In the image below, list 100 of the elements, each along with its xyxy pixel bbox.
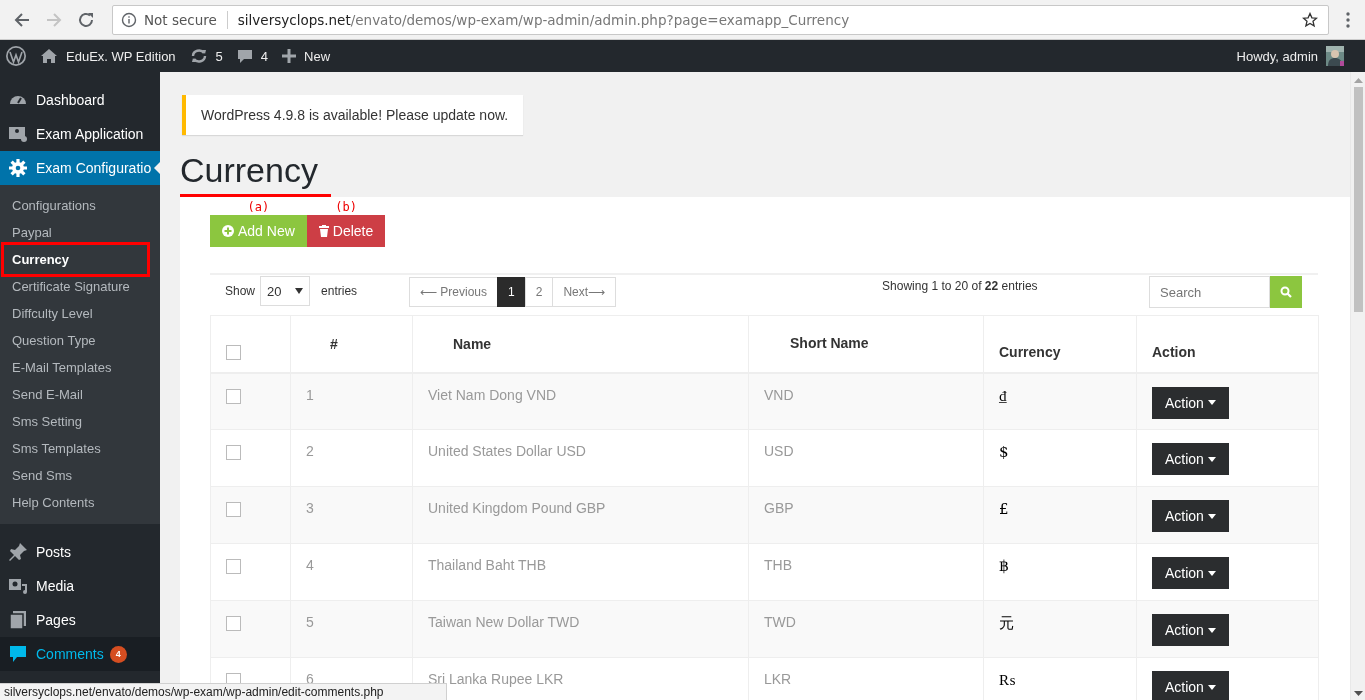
- caret-icon: [295, 288, 304, 294]
- count-badge: 4: [109, 645, 127, 663]
- table-cell: USD: [764, 443, 794, 459]
- checkbox[interactable]: [226, 502, 241, 517]
- table-cell: 1: [306, 386, 314, 403]
- table-cell: 2: [306, 443, 314, 459]
- scrollbar[interactable]: [1350, 72, 1365, 700]
- sidebar-menu-item[interactable]: Pages: [0, 603, 160, 637]
- checkbox[interactable]: [226, 445, 241, 460]
- action-dropdown-button[interactable]: Action: [1152, 386, 1229, 419]
- table-cell: 5: [306, 614, 314, 630]
- table-cell: Viet Nam Dong VND: [428, 386, 557, 403]
- currency-symbol: ₫: [999, 386, 1007, 405]
- table-cell: Taiwan New Dollar TWD: [428, 614, 580, 630]
- url-text: silversyclops.net/envato/demos/wp-exam/wp-admin/admin.php?page=examapp_Currency: [237, 11, 850, 28]
- submenu-item[interactable]: E-Mail Templates: [0, 354, 160, 381]
- submenu-item[interactable]: Send E-Mail: [0, 381, 160, 408]
- annotation-label: (a): [247, 199, 270, 215]
- home-icon: [40, 48, 58, 64]
- pagination-button[interactable]: ⟵ Previous: [409, 277, 499, 307]
- table-cell: 4: [306, 557, 314, 573]
- column-header: Name: [453, 336, 492, 352]
- caret-icon: [1207, 513, 1216, 519]
- search-field[interactable]: Search: [1149, 276, 1270, 308]
- down-arrow-icon[interactable]: [1353, 691, 1363, 696]
- checkbox[interactable]: [226, 388, 241, 404]
- table-cell: VND: [764, 386, 794, 403]
- updates-link[interactable]: 5: [189, 48, 223, 64]
- link-preview-tooltip: silversyclops.net/envato/demos/wp-exam/wp-admin/edit-comments.php: [0, 683, 447, 700]
- notice-text: WordPress 4.9.8 is available! Please update now.: [201, 107, 509, 123]
- submenu-item[interactable]: Configurations: [0, 192, 160, 219]
- page-size-select[interactable]: 20: [260, 276, 311, 306]
- new-link[interactable]: New: [282, 48, 331, 64]
- action-dropdown-button[interactable]: Action: [1152, 443, 1229, 475]
- select-value: 20: [267, 283, 282, 299]
- sidebar-menu-item[interactable]: Comments 4: [0, 637, 160, 671]
- action-dropdown-button[interactable]: Action: [1152, 671, 1229, 700]
- submenu-item[interactable]: Help Contents: [0, 489, 160, 516]
- submenu-item[interactable]: Sms Setting: [0, 408, 160, 435]
- sidebar-menu-item[interactable]: Exam Application: [0, 117, 160, 151]
- sidebar-menu-item[interactable]: Dashboard: [0, 83, 160, 117]
- table-cell: United Kingdom Pound GBP: [428, 500, 606, 516]
- update-count: 5: [215, 48, 223, 64]
- site-link[interactable]: EduEx. WP Edition: [40, 48, 176, 64]
- search-button[interactable]: [1270, 276, 1302, 308]
- caret-icon: [1207, 456, 1216, 462]
- action-dropdown-button[interactable]: Action: [1152, 557, 1229, 589]
- security-label: Not secure: [144, 11, 217, 28]
- caret-icon: [1207, 400, 1216, 405]
- sidebar-menu-item[interactable]: Exam Configuratio: [0, 151, 160, 185]
- pagination-button[interactable]: Next⟶: [552, 277, 617, 307]
- caret-icon: [1207, 684, 1216, 690]
- pagination-button[interactable]: 1: [497, 277, 526, 307]
- sidebar-menu-item[interactable]: Media: [0, 569, 160, 603]
- address-bar[interactable]: Not secure silversyclops.net/envato/demos/wp-exam/wp-admin/admin.php?page=examapp_Currency: [112, 4, 1329, 35]
- entries-info: Showing 1 to 20 of 22 entries: [882, 278, 1038, 293]
- table-cell: GBP: [764, 500, 794, 516]
- annotation-label: (b): [335, 199, 357, 215]
- refresh-icon: [189, 48, 208, 64]
- currency-symbol: ₨: [999, 671, 1016, 689]
- comment-count: 4: [260, 48, 269, 64]
- scrollbar-thumb[interactable]: [1353, 87, 1363, 312]
- plus-circle-icon: [222, 225, 234, 237]
- plus-icon: [282, 49, 297, 63]
- star-icon[interactable]: [1302, 11, 1318, 28]
- sidebar-menu-item[interactable]: Posts: [0, 535, 160, 569]
- info-icon[interactable]: [121, 11, 137, 28]
- menu-icon[interactable]: [1345, 10, 1351, 29]
- table-cell: 3: [306, 500, 314, 516]
- table-cell: United States Dollar USD: [428, 443, 586, 459]
- action-dropdown-button[interactable]: Action: [1152, 614, 1229, 646]
- submenu-item[interactable]: Diffculty Level: [0, 300, 160, 327]
- new-label: New: [304, 48, 331, 64]
- submenu-item[interactable]: Send Sms: [0, 462, 160, 489]
- submenu-item[interactable]: Currency: [1, 242, 150, 277]
- comments-link[interactable]: 4: [236, 48, 269, 64]
- checkbox[interactable]: [226, 616, 241, 631]
- entries-label: entries: [321, 284, 358, 298]
- caret-icon: [1207, 627, 1216, 633]
- table-cell: Thailand Baht THB: [428, 557, 547, 573]
- column-header: #: [330, 336, 338, 352]
- table-cell: THB: [764, 557, 792, 573]
- trash-icon: [318, 225, 329, 237]
- gear-icon: [8, 158, 28, 178]
- currency-symbol: ฿: [999, 557, 1009, 575]
- column-header: Action: [1152, 344, 1196, 360]
- up-arrow-icon[interactable]: [1353, 78, 1363, 83]
- checkbox[interactable]: [226, 345, 241, 360]
- wordpress-logo-icon[interactable]: [5, 45, 27, 67]
- submenu-item[interactable]: Question Type: [0, 327, 160, 354]
- submenu-item[interactable]: Sms Templates: [0, 435, 160, 462]
- greeting-link[interactable]: Howdy, admin: [1236, 48, 1318, 64]
- table-cell: TWD: [764, 614, 796, 630]
- checkbox[interactable]: [226, 559, 241, 574]
- speech-bubble-icon: [236, 48, 253, 64]
- column-header: Short Name: [790, 335, 869, 351]
- action-dropdown-button[interactable]: Action: [1152, 500, 1229, 532]
- media-icon: [8, 576, 28, 596]
- delete-button[interactable]: Delete: [306, 215, 386, 247]
- currency-symbol: 元: [999, 614, 1014, 632]
